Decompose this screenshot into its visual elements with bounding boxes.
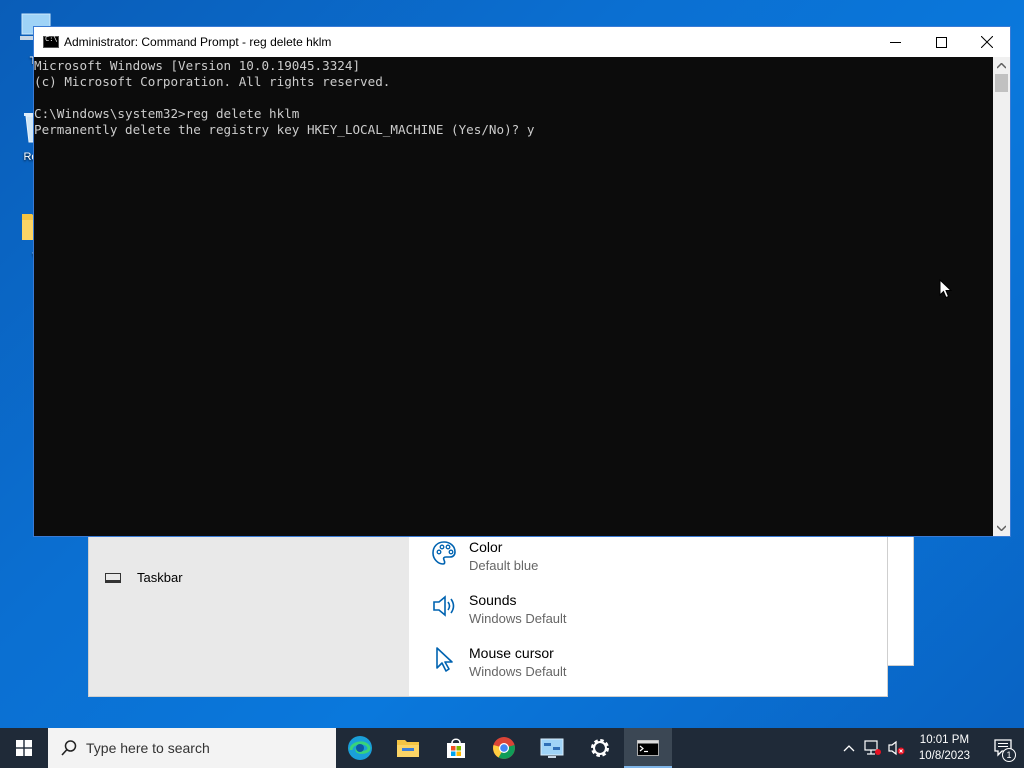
taskbar-app-settings[interactable] [576,728,624,768]
search-placeholder: Type here to search [86,740,210,756]
taskbar-search-box[interactable]: Type here to search [48,728,336,768]
mouse-pointer-icon [939,279,953,299]
taskbar: Type here to search 10:01 PM 10/8/2023 1 [0,728,1024,768]
maximize-icon [935,36,947,48]
setting-title: Mouse cursor [469,645,554,661]
window-title: Administrator: Command Prompt - reg dele… [64,35,332,49]
taskbar-app-control-panel[interactable] [528,728,576,768]
command-prompt-icon [637,740,659,756]
minimize-icon [889,41,901,43]
file-explorer-icon [397,740,419,757]
settings-row-color[interactable]: Color Default blue [431,538,538,575]
system-tray: 10:01 PM 10/8/2023 1 [837,728,1024,768]
show-hidden-icons-button[interactable] [837,728,861,768]
taskbar-app-file-explorer[interactable] [384,728,432,768]
taskbar-app-store[interactable] [432,728,480,768]
console-line: C:\Windows\system32>reg delete hklm [34,106,300,121]
clock-time: 10:01 PM [919,734,970,746]
cursor-icon [436,647,453,672]
search-icon [61,740,77,756]
speaker-icon [433,595,455,617]
control-panel-icon [540,738,564,758]
volume-button[interactable] [885,728,909,768]
scroll-thumb[interactable] [995,74,1008,92]
taskbar-app-chrome[interactable] [480,728,528,768]
start-button[interactable] [0,728,48,768]
sidebar-item-label: Taskbar [137,570,183,585]
action-center-button[interactable]: 1 [984,728,1024,768]
windows-logo-icon [16,740,32,756]
network-button[interactable] [861,728,885,768]
console-line: Permanently delete the registry key HKEY… [34,122,535,137]
taskbar-icon [105,572,121,583]
edge-icon [348,736,372,760]
close-icon [981,36,993,48]
scroll-down-button[interactable] [993,519,1010,536]
console-output[interactable]: Microsoft Windows [Version 10.0.19045.33… [34,57,995,536]
clock-date: 10/8/2023 [918,750,970,762]
vertical-scrollbar[interactable] [993,57,1010,536]
settings-row-sounds[interactable]: Sounds Windows Default [431,591,567,628]
close-button[interactable] [964,27,1010,57]
setting-value: Windows Default [469,664,567,679]
console-line: (c) Microsoft Corporation. All rights re… [34,74,391,89]
taskbar-app-command-prompt[interactable] [624,728,672,768]
chevron-up-icon [843,745,855,752]
window-titlebar[interactable]: Administrator: Command Prompt - reg dele… [34,27,1010,57]
settings-gear-icon [591,739,609,757]
minimize-button[interactable] [872,27,918,57]
maximize-button[interactable] [918,27,964,57]
notification-count-badge: 1 [1002,748,1016,762]
chevron-down-icon [997,524,1006,531]
volume-muted-icon [888,740,905,756]
sidebar-item-taskbar[interactable]: Taskbar [105,570,183,585]
command-prompt-window[interactable]: Administrator: Command Prompt - reg dele… [33,26,1011,537]
settings-row-mouse-cursor[interactable]: Mouse cursor Windows Default [431,644,567,681]
chrome-icon [493,737,515,759]
network-icon [864,740,881,755]
command-prompt-icon [43,35,59,48]
setting-title: Color [469,539,503,555]
taskbar-app-edge[interactable] [336,728,384,768]
chevron-up-icon [997,62,1006,69]
setting-value: Default blue [469,558,539,573]
scroll-up-button[interactable] [993,57,1010,74]
setting-title: Sounds [469,592,517,608]
console-line: Microsoft Windows [Version 10.0.19045.33… [34,58,361,73]
setting-value: Windows Default [469,611,567,626]
palette-icon [432,541,456,565]
store-icon [447,738,465,758]
settings-window: Taskbar Color Default blue Sounds Window… [88,533,888,697]
taskbar-clock[interactable]: 10:01 PM 10/8/2023 [919,732,970,764]
settings-sidebar: Taskbar [89,534,409,696]
